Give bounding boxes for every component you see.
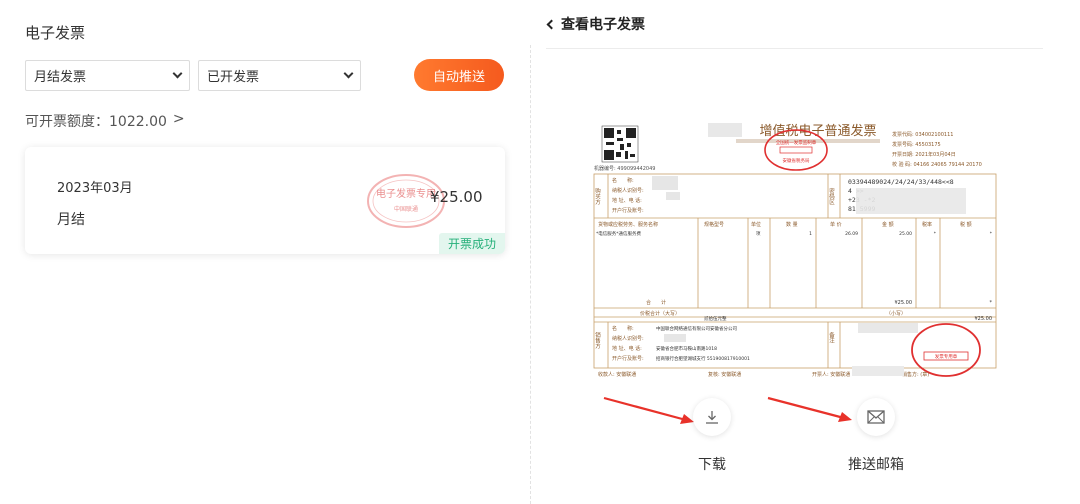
svg-text:销售方: (章): 销售方: (章) (902, 371, 929, 378)
svg-text:税 额: 税 额 (960, 221, 972, 228)
svg-text:中国联合网络通信有限公司安徽省分公司: 中国联合网络通信有限公司安徽省分公司 (656, 325, 737, 332)
svg-text:发票代码: 034002100111: 发票代码: 034002100111 (892, 131, 953, 138)
svg-text:开票人: 安徽联通: 开票人: 安徽联通 (812, 371, 850, 378)
invoice-quota-link[interactable]: 可开票额度：1022.00 > (25, 111, 185, 131)
page-title: 电子发票 (25, 24, 86, 42)
svg-text:名 称:: 名 称: (612, 177, 634, 184)
invoice-type-select[interactable]: 月结发票 (25, 60, 190, 91)
svg-text:密码区: 密码区 (828, 187, 835, 205)
svg-text:安徽省税务局: 安徽省税务局 (783, 157, 810, 164)
svg-text:纳税人识别号:: 纳税人识别号: (612, 335, 644, 342)
svg-text:收款人: 安徽联通: 收款人: 安徽联通 (598, 371, 636, 378)
svg-text:贰拾伍元整: 贰拾伍元整 (704, 315, 727, 322)
svg-text:（小写）: （小写） (886, 310, 906, 317)
invoice-image: 机器编号: 499099442049 增值税电子普通发票 全国统一发票监制章 安… (593, 123, 997, 378)
back-button[interactable]: 查看电子发票 (546, 14, 645, 34)
svg-text:全国统一发票监制章: 全国统一发票监制章 (776, 139, 817, 146)
svg-text:¥25.00: ¥25.00 (975, 316, 993, 322)
svg-text:名 称:: 名 称: (612, 325, 634, 332)
svg-text:数 量: 数 量 (786, 221, 798, 228)
invoice-status-value: 已开发票 (207, 70, 260, 85)
svg-text:单位: 单位 (751, 221, 761, 228)
svg-text:*: * (934, 231, 937, 237)
annotation-arrow (767, 396, 852, 422)
svg-text:单 价: 单 价 (830, 221, 842, 228)
svg-text:地 址、电 话:: 地 址、电 话: (612, 197, 642, 204)
invoice-amount: ¥25.00 (430, 188, 483, 206)
invoice-type-value: 月结发票 (34, 70, 87, 85)
svg-text:发票专用章: 发票专用章 (935, 353, 958, 360)
annotation-arrow (603, 396, 694, 424)
chevron-down-icon (172, 68, 183, 79)
invoice-list-panel: 电子发票 月结发票 已开发票 自动推送 可开票额度：1022.00 > 2023… (0, 0, 530, 504)
panel-divider (530, 45, 531, 504)
chevron-left-icon (546, 19, 557, 29)
svg-text:地 址、电 话:: 地 址、电 话: (612, 345, 642, 352)
email-label: 推送邮箱 (848, 457, 904, 473)
svg-text:复核: 安徽联通: 复核: 安徽联通 (708, 371, 741, 378)
detail-title: 查看电子发票 (561, 17, 645, 33)
mail-icon (857, 398, 895, 436)
svg-text:税率: 税率 (922, 221, 932, 228)
svg-text:*: * (990, 231, 993, 237)
svg-text:开票日期: 2021年03月04日: 开票日期: 2021年03月04日 (892, 151, 956, 158)
svg-text:校 验 码: 04166 24065 79144 20170: 校 验 码: 04166 24065 79144 20170 (892, 161, 982, 168)
chevron-right-icon: > (172, 111, 185, 127)
header-divider (546, 48, 1043, 49)
svg-text:开户行及账号:: 开户行及账号: (612, 355, 644, 362)
auto-push-button[interactable]: 自动推送 (414, 59, 504, 91)
svg-text:*电信服务*通信服务费: *电信服务*通信服务费 (596, 230, 641, 237)
svg-text:电子发票专用: 电子发票专用 (376, 187, 436, 200)
svg-text:纳税人识别号:: 纳税人识别号: (612, 187, 644, 194)
svg-text:中国联通: 中国联通 (394, 205, 418, 213)
quota-label: 可开票额度：1022.00 (25, 114, 167, 130)
svg-text:金 额: 金 额 (882, 221, 894, 228)
svg-text:招商银行合肥望湖城支行 551900817910001: 招商银行合肥望湖城支行 551900817910001 (656, 355, 750, 362)
svg-text:03394489024/24/24/33/448<<8: 03394489024/24/24/33/448<<8 (848, 178, 954, 186)
svg-text:25.00: 25.00 (899, 231, 912, 237)
svg-text:价税合计（大写）: 价税合计（大写） (640, 310, 680, 317)
svg-text:开户行及账号:: 开户行及账号: (612, 207, 644, 214)
svg-text:合 计: 合 计 (646, 299, 666, 306)
push-email-button[interactable]: 推送邮箱 (846, 398, 906, 474)
svg-text:购买方: 购买方 (594, 187, 601, 206)
qr-code-icon (601, 125, 639, 163)
download-label: 下载 (698, 457, 726, 473)
svg-text:1: 1 (809, 231, 812, 237)
svg-text:发票号码: 45503175: 发票号码: 45503175 (892, 141, 941, 148)
chevron-down-icon (343, 68, 354, 79)
svg-text:规格型号: 规格型号 (704, 221, 724, 228)
download-button[interactable]: 下载 (692, 398, 732, 474)
download-icon (693, 398, 731, 436)
svg-text:销售方: 销售方 (594, 331, 601, 350)
svg-text:安徽省合肥市马鞍山南路1018: 安徽省合肥市马鞍山南路1018 (656, 345, 717, 352)
svg-text:项: 项 (756, 231, 761, 237)
status-badge: 开票成功 (439, 233, 505, 254)
svg-text:¥25.00: ¥25.00 (895, 300, 913, 306)
svg-text:机器编号: 499099442049: 机器编号: 499099442049 (594, 165, 655, 172)
svg-text:备注: 备注 (828, 331, 835, 345)
invoice-month: 2023年03月 (57, 181, 133, 196)
svg-text:*: * (990, 300, 993, 306)
invoice-card[interactable]: 2023年03月 月结 电子发票专用 中国联通 ¥25.00 开票成功 (25, 147, 505, 254)
invoice-kind: 月结 (57, 212, 85, 228)
svg-text:货物或应税劳务、服务名称: 货物或应税劳务、服务名称 (598, 221, 658, 228)
svg-text:26.09: 26.09 (845, 231, 858, 237)
invoice-status-select[interactable]: 已开发票 (198, 60, 361, 91)
